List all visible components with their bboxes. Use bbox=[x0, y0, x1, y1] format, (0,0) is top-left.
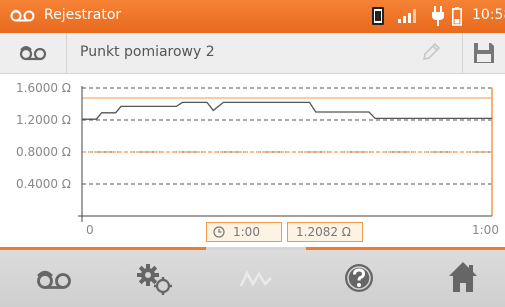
resistance-chart: 1.6000 Ω 1.2000 Ω 0.8000 Ω 0.4000 Ω 0 1:00 bbox=[16, 81, 499, 237]
x-tick-label: 1:00 bbox=[472, 223, 499, 237]
y-tick-label: 1.2000 Ω bbox=[16, 113, 71, 127]
cursor-value-box: 1.2082 Ω bbox=[287, 222, 363, 242]
cursor-time: 1:00 bbox=[233, 225, 260, 239]
resistance-series-line bbox=[82, 101, 492, 120]
waveform-nav-button[interactable] bbox=[206, 250, 306, 307]
signal-icon bbox=[398, 9, 416, 23]
save-icon bbox=[474, 43, 494, 63]
waveform-icon bbox=[240, 270, 272, 287]
save-button[interactable] bbox=[463, 33, 505, 73]
toolbar: Punkt pomiarowy 2 bbox=[0, 33, 505, 74]
app-title: Rejestrator bbox=[44, 7, 122, 23]
toolbar-divider bbox=[66, 33, 67, 73]
measurement-point-name: Punkt pomiarowy 2 bbox=[80, 44, 215, 60]
x-tick-label: 0 bbox=[86, 223, 94, 237]
plug-icon bbox=[432, 6, 444, 26]
chart-limit-lines bbox=[82, 88, 493, 216]
cursor-value: 1.2082 Ω bbox=[296, 225, 351, 239]
recorder-nav-button[interactable] bbox=[0, 250, 100, 307]
recorder-icon bbox=[37, 270, 71, 289]
clock-icon bbox=[213, 226, 225, 238]
bottom-nav-bar bbox=[0, 250, 505, 307]
chart-series bbox=[82, 101, 492, 120]
edit-button[interactable] bbox=[420, 41, 450, 67]
sd-card-icon bbox=[372, 7, 384, 25]
help-icon bbox=[345, 264, 373, 292]
recorder-icon bbox=[10, 9, 35, 22]
settings-icon bbox=[137, 264, 172, 295]
home-icon bbox=[449, 262, 477, 292]
y-tick-label: 1.6000 Ω bbox=[16, 81, 71, 95]
y-tick-label: 0.4000 Ω bbox=[16, 177, 71, 191]
recorder-icon bbox=[19, 46, 47, 61]
battery-icon bbox=[452, 7, 462, 26]
recorder-button[interactable] bbox=[0, 33, 66, 73]
status-bar: Rejestrator 10:58 bbox=[0, 0, 505, 33]
cursor-time-box: 1:00 bbox=[206, 222, 282, 242]
settings-nav-button[interactable] bbox=[100, 250, 200, 307]
clock: 10:58 bbox=[472, 7, 505, 23]
y-tick-label: 0.8000 Ω bbox=[16, 145, 71, 159]
chart-labels: 1.6000 Ω 1.2000 Ω 0.8000 Ω 0.4000 Ω 0 1:00 bbox=[16, 81, 499, 237]
home-nav-button[interactable] bbox=[405, 250, 505, 307]
help-nav-button[interactable] bbox=[306, 250, 406, 307]
pencil-icon bbox=[422, 42, 441, 61]
